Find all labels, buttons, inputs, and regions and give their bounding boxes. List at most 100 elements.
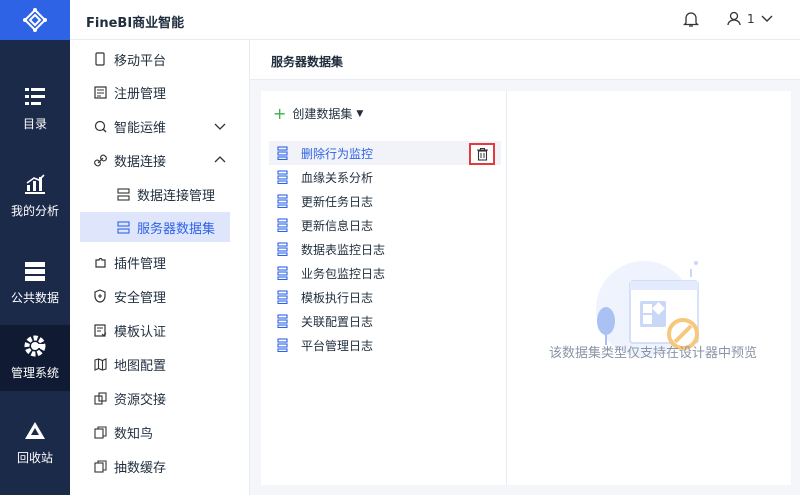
sidebar-item-handover[interactable]: 资源交接 — [80, 383, 230, 413]
sidebar-item-label: 地图配置 — [114, 358, 167, 374]
sidebar-item-label: 移动平台 — [114, 53, 167, 69]
mobile-icon — [93, 52, 107, 66]
ops-icon — [93, 119, 107, 133]
public-data-icon — [24, 260, 46, 282]
sidebar-item-label: 服务器数据集 — [137, 221, 216, 237]
bell-icon[interactable] — [682, 11, 700, 28]
dataset-name: 模板执行日志 — [301, 290, 374, 305]
rail-item-analysis[interactable]: 我的分析 — [0, 163, 70, 229]
sidebar-item-ops[interactable]: 智能运维 — [80, 111, 230, 141]
dataset-item[interactable]: 关联配置日志 — [269, 309, 501, 333]
register-icon — [93, 85, 107, 99]
rail-item-catalog[interactable]: 目录 — [0, 76, 70, 142]
catalog-icon — [24, 86, 46, 108]
chevron-down-icon — [761, 15, 773, 22]
sidebar-item-label: 插件管理 — [114, 256, 167, 272]
dataset-item[interactable]: 删除行为监控 — [269, 141, 501, 165]
caret-down-icon: ▼ — [356, 108, 364, 119]
dataset-icon — [277, 314, 288, 328]
page-title: 服务器数据集 — [271, 55, 344, 69]
app-title: FineBI商业智能 — [86, 16, 185, 31]
dataset-name: 删除行为监控 — [301, 146, 374, 161]
dataset-icon — [277, 170, 288, 184]
dataset-icon — [277, 194, 288, 208]
analysis-icon — [24, 173, 46, 195]
bird-icon — [93, 425, 107, 439]
delete-button[interactable] — [469, 143, 495, 165]
sidebar-item-security[interactable]: 安全管理 — [80, 281, 230, 311]
sidebar-item-plugin[interactable]: 插件管理 — [80, 247, 230, 277]
dataset-item[interactable]: 更新任务日志 — [269, 189, 501, 213]
dataset-item[interactable]: 平台管理日志 — [269, 333, 501, 357]
sidebar-item-label: 安全管理 — [114, 290, 167, 306]
rail-label: 回收站 — [16, 451, 53, 465]
dataset-list-pane: + 创建数据集 ▼ 删除行为监控 血缘关系分析 更新任务日志 更新信息日志 数据… — [261, 91, 507, 485]
sidebar-item-label: 资源交接 — [114, 392, 167, 408]
sidebar-item-label: 抽数缓存 — [114, 460, 167, 476]
shield-icon — [93, 289, 107, 303]
cache-icon — [93, 459, 107, 473]
rail-label: 目录 — [22, 117, 47, 131]
preview-hint: 该数据集类型仅支持在设计器中预览 — [548, 346, 757, 361]
sidebar-item-map[interactable]: 地图配置 — [80, 349, 230, 379]
dataset-item[interactable]: 更新信息日志 — [269, 213, 501, 237]
dataset-name: 更新任务日志 — [301, 194, 374, 209]
trash-icon — [476, 147, 488, 161]
dataset-icon — [277, 338, 288, 352]
dataset-name: 数据表监控日志 — [301, 242, 386, 257]
rail-item-recycle[interactable]: 回收站 — [0, 410, 70, 476]
sidebar-item-label: 数据连接 — [114, 154, 167, 170]
dataset-icon — [277, 218, 288, 232]
dataset-item[interactable]: 数据表监控日志 — [269, 237, 501, 261]
dataset-name: 血缘关系分析 — [301, 170, 374, 185]
dataset-name: 业务包监控日志 — [301, 266, 386, 281]
app-logo[interactable] — [0, 0, 70, 40]
plugin-icon — [93, 255, 107, 269]
main-content: 服务器数据集 + 创建数据集 ▼ 删除行为监控 血缘关系分析 更新任务日志 更新… — [250, 40, 800, 495]
sidebar-item-label: 数知鸟 — [114, 426, 154, 442]
admin-sidebar: 移动平台 注册管理 智能运维 数据连接 数据连接管理 服务器数据集 插件管理 安… — [70, 40, 250, 495]
sidebar-item-template-auth[interactable]: 模板认证 — [80, 315, 230, 345]
rail-label: 管理系统 — [10, 366, 59, 380]
main-header: 服务器数据集 — [250, 40, 800, 80]
dataset-icon — [277, 146, 288, 160]
sidebar-item-label: 注册管理 — [114, 86, 167, 102]
map-icon — [93, 357, 107, 371]
rail-label: 公共数据 — [10, 291, 59, 305]
logo-icon — [23, 8, 47, 32]
handover-icon — [93, 391, 107, 405]
dataset-name: 关联配置日志 — [301, 314, 374, 329]
top-header: FineBI商业智能 1 — [70, 0, 800, 40]
link-icon — [93, 153, 107, 167]
sidebar-item-server-dataset[interactable]: 服务器数据集 — [80, 212, 230, 242]
dataset-icon — [277, 266, 288, 280]
user-name: 1 — [747, 11, 755, 26]
create-dataset-button[interactable]: + 创建数据集 ▼ — [273, 105, 363, 122]
chevron-down-icon — [214, 123, 226, 130]
sidebar-item-label: 智能运维 — [114, 120, 167, 136]
rail-item-admin[interactable]: 管理系统 — [0, 325, 70, 391]
server-dataset-icon — [116, 220, 130, 234]
rail-label: 我的分析 — [10, 204, 59, 218]
dataset-name: 更新信息日志 — [301, 218, 374, 233]
db-connect-icon — [116, 187, 130, 201]
plus-icon: + — [273, 103, 287, 123]
gear-icon — [24, 335, 46, 357]
sidebar-item-connection-manage[interactable]: 数据连接管理 — [80, 179, 230, 209]
sidebar-item-bird[interactable]: 数知鸟 — [80, 417, 230, 447]
rail-item-public-data[interactable]: 公共数据 — [0, 250, 70, 316]
dataset-panel: + 创建数据集 ▼ 删除行为监控 血缘关系分析 更新任务日志 更新信息日志 数据… — [261, 91, 791, 485]
sidebar-item-mobile[interactable]: 移动平台 — [80, 44, 230, 74]
user-menu[interactable]: 1 — [727, 11, 773, 26]
dataset-item[interactable]: 业务包监控日志 — [269, 261, 501, 285]
sidebar-item-data-connection[interactable]: 数据连接 — [80, 145, 230, 175]
sidebar-item-label: 模板认证 — [114, 324, 167, 340]
sidebar-item-cache[interactable]: 抽数缓存 — [80, 451, 230, 481]
sidebar-item-register[interactable]: 注册管理 — [80, 77, 230, 107]
dataset-item[interactable]: 血缘关系分析 — [269, 165, 501, 189]
create-dataset-label: 创建数据集 — [292, 107, 353, 121]
sidebar-item-label: 数据连接管理 — [137, 188, 216, 204]
dataset-icon — [277, 290, 288, 304]
chevron-up-icon — [214, 156, 226, 163]
dataset-item[interactable]: 模板执行日志 — [269, 285, 501, 309]
